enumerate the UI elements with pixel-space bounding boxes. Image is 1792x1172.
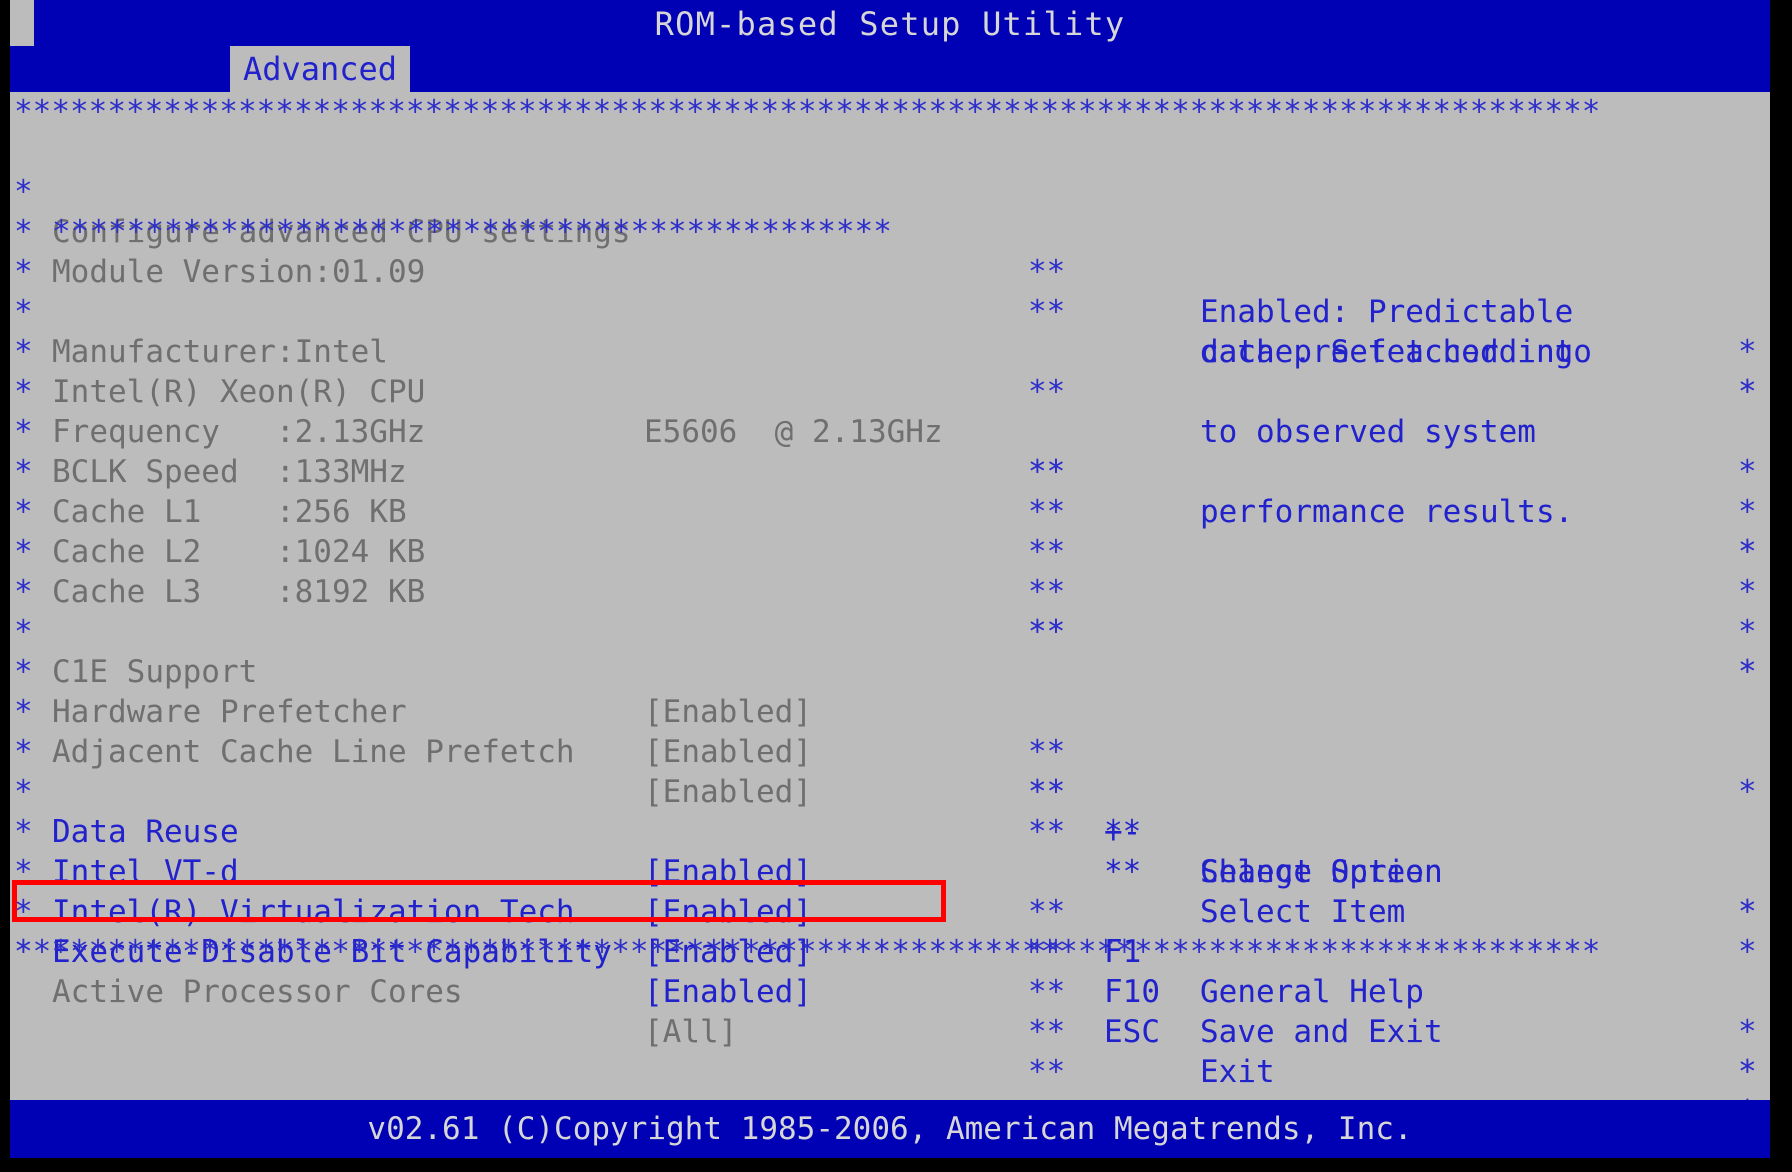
copyright-text: v02.61 (C)Copyright 1985-2006, American … bbox=[367, 1111, 1413, 1147]
separator-inner: ****************************************… bbox=[52, 214, 892, 250]
setting-row-intel-vt-d[interactable]: * Intel VT-d [Enabled] ** F10 Save and E… bbox=[10, 772, 1770, 1090]
nav-action-5: Exit bbox=[1200, 1054, 1275, 1090]
separator-top: ****************************************… bbox=[14, 94, 1601, 130]
info-row: * Intel(R) Xeon(R) CPU E5606 @ 2.13GHz *… bbox=[10, 292, 1770, 570]
info-row: * Frequency :2.13GHz ** * bbox=[10, 332, 1770, 530]
nav-action-4: Save and Exit bbox=[1200, 1014, 1443, 1050]
border-marker: * bbox=[1738, 1054, 1757, 1090]
info-row: * Cache L1 :256 KB ** * bbox=[10, 412, 1770, 610]
setting-value[interactable]: [All] bbox=[644, 1012, 737, 1052]
section-title-row: * Configure advanced CPU settings ** Ena… bbox=[10, 132, 1770, 370]
setting-value[interactable]: [Enabled] bbox=[644, 972, 812, 1012]
inner-separator-row: * **************************************… bbox=[10, 212, 1770, 410]
separator-bottom: ****************************************… bbox=[14, 934, 1601, 970]
spacer-row: * ** +- Change Option * bbox=[10, 692, 1770, 930]
nav-key-4: F10 bbox=[1104, 974, 1160, 1010]
setting-row-execute-disable-bit-capability[interactable]: * Execute-Disable Bit Capability [Enable… bbox=[10, 852, 1770, 1090]
panel-divider-marker: ** bbox=[1028, 974, 1066, 1010]
bios-screen: ROM-based Setup Utility Advanced *******… bbox=[0, 0, 1792, 1168]
info-row: * Manufacturer:Intel ** to observed syst… bbox=[10, 252, 1770, 490]
setting-row-adjacent-cache-line-prefetch[interactable]: * Adjacent Cache Line Prefetch [Enabled]… bbox=[10, 652, 1770, 970]
setting-row-intel-virtualization-tech[interactable]: * Intel(R) Virtualization Tech [Enabled]… bbox=[10, 812, 1770, 1130]
setting-row-c1e-support[interactable]: * C1E Support [Enabled] ** * bbox=[10, 572, 1770, 810]
nav-action-3: General Help bbox=[1200, 974, 1424, 1010]
info-row: * Cache L2 :1024 KB ** * bbox=[10, 452, 1770, 650]
info-row: * Cache L3 :8192 KB ** * bbox=[10, 492, 1770, 690]
main-panel: ****************************************… bbox=[10, 92, 1770, 1130]
tab-advanced[interactable]: Advanced bbox=[230, 46, 410, 92]
border-marker: * bbox=[1738, 1014, 1757, 1050]
panel-divider-marker: ** bbox=[1028, 1054, 1066, 1090]
page-title: ROM-based Setup Utility bbox=[654, 5, 1126, 43]
module-version-row: * Module Version:01.09 ** data pre-fetch… bbox=[10, 172, 1770, 410]
setting-row-hardware-prefetcher[interactable]: * Hardware Prefetcher [Enabled] ** ** Se… bbox=[10, 612, 1770, 930]
info-row: * BCLK Speed :133MHz ** * bbox=[10, 372, 1770, 570]
nav-key-5: ESC bbox=[1104, 1014, 1160, 1050]
title-bar: ROM-based Setup Utility Advanced bbox=[10, 0, 1770, 92]
setting-row-data-reuse[interactable]: * Data Reuse [Enabled] ** F1 General Hel… bbox=[10, 732, 1770, 1050]
setting-row-active-processor-cores[interactable]: * Active Processor Cores [All] ** * bbox=[10, 892, 1770, 1130]
spacer-row: * ** * bbox=[10, 532, 1770, 690]
footer-bar: v02.61 (C)Copyright 1985-2006, American … bbox=[10, 1100, 1770, 1158]
setting-label: Active Processor Cores bbox=[52, 974, 463, 1010]
panel-divider-marker: ** bbox=[1028, 1014, 1066, 1050]
